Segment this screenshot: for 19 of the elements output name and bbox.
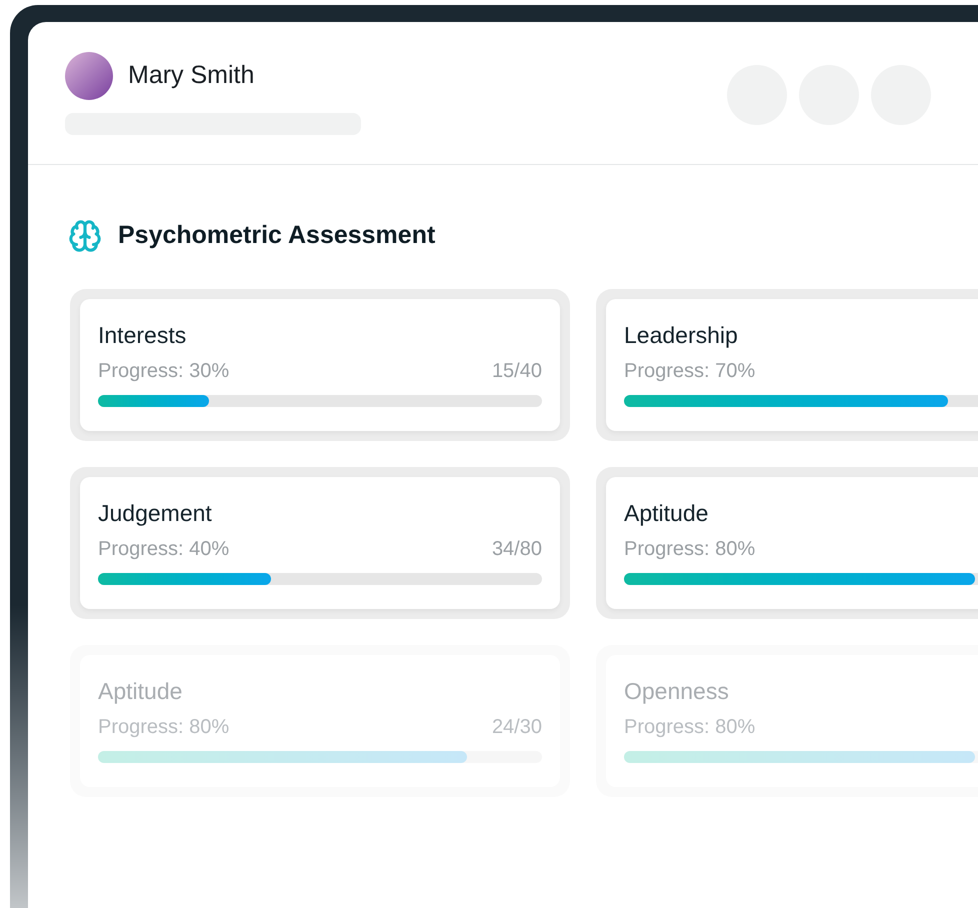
progress-count: 24/30 <box>492 714 542 740</box>
card-title: Aptitude <box>624 498 710 528</box>
card-title: Leadership <box>624 320 739 350</box>
progress-label: Progress: 80% <box>624 714 756 740</box>
progress-label: Progress: 30% <box>98 358 230 384</box>
progress-label: Progress: 40% <box>98 536 230 562</box>
card-title: Openness <box>624 676 730 706</box>
card-title: Judgement <box>98 498 213 528</box>
progress-count: 34/80 <box>492 536 542 562</box>
avatar <box>65 52 113 100</box>
brain-icon <box>68 218 102 253</box>
progress-label: Progress: 70% <box>624 358 756 384</box>
card-title: Interests <box>98 320 188 350</box>
progress-count: 15/40 <box>492 358 542 384</box>
section-title: Psychometric Assessment <box>118 220 436 251</box>
card-title: Aptitude <box>98 676 184 706</box>
progress-label: Progress: 80% <box>624 536 756 562</box>
user-name: Mary Smith <box>128 60 254 92</box>
progress-label: Progress: 80% <box>98 714 230 740</box>
